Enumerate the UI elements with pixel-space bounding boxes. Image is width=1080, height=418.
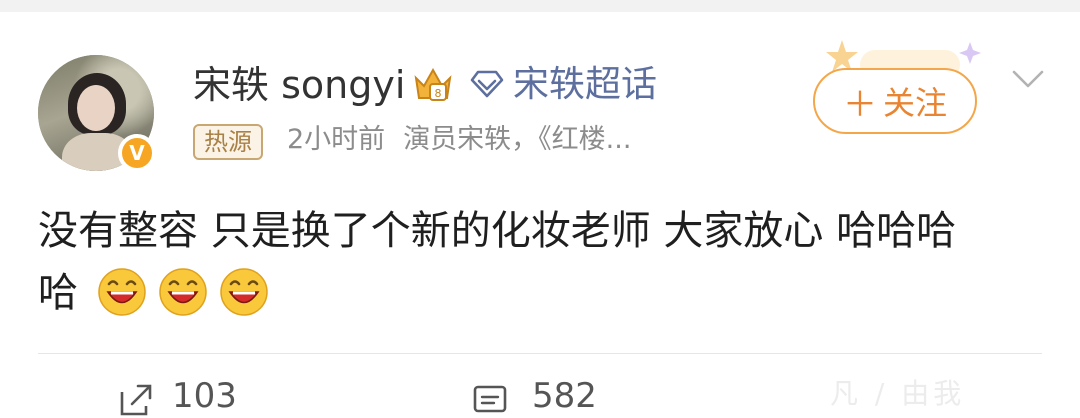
post-text-line: 哈 [38,262,1048,324]
laughing-emoji-icon [97,268,146,316]
repost-count: 103 [172,376,237,416]
comment-count: 582 [532,376,597,416]
watermark: 凡 / 由我 [830,377,966,410]
divider [38,353,1042,354]
share-icon [120,384,152,416]
post-meta: 2小时前 演员宋轶，《红楼... [287,120,631,160]
diamond-icon [470,70,504,98]
laughing-emoji-icon [219,268,268,316]
top-bar [0,0,1080,12]
post-text: 没有整容 只是换了个新的化妆老师 大家放心 哈哈哈 哈 [38,200,1048,324]
laughing-emoji-icon [158,268,207,316]
author-name[interactable]: 宋轶 songyi [193,60,405,110]
chevron-down-icon[interactable] [1010,66,1046,92]
source-tag: 热源 [193,124,263,160]
comment-icon [473,385,507,413]
verified-badge-icon: V [118,134,156,172]
svg-text:8: 8 [435,87,442,100]
vip-crown-icon: 8 [414,67,452,101]
post-time: 2小时前 [287,124,386,155]
supertopic-link[interactable]: 宋轶超话 [513,60,657,110]
author-description: 演员宋轶，《红楼... [403,124,632,155]
follow-button[interactable]: ＋关注 [813,68,977,134]
post-text-line: 没有整容 只是换了个新的化妆老师 大家放心 哈哈哈 [38,208,957,254]
